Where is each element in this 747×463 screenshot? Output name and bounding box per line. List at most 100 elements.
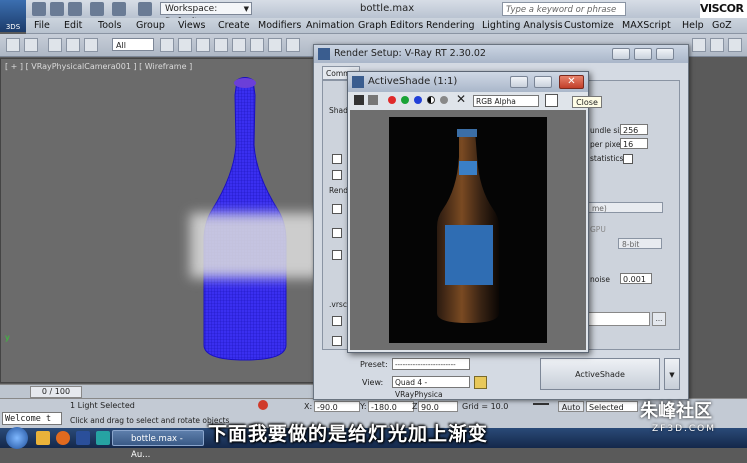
checkbox[interactable] (332, 250, 342, 260)
maximize-button[interactable] (634, 48, 652, 60)
undo-icon[interactable] (90, 2, 104, 16)
menu-file[interactable]: File (34, 20, 50, 31)
minimize-button[interactable] (612, 48, 630, 60)
checkbox[interactable] (332, 154, 342, 164)
maxscript-listener[interactable]: Welcome t (2, 412, 62, 425)
firefox-icon[interactable] (56, 431, 70, 445)
x-coordinate-field[interactable]: -90.0 (314, 401, 360, 412)
render-setup-icon[interactable] (692, 38, 706, 52)
select-rotate-icon[interactable] (250, 38, 264, 52)
menu-create[interactable]: Create (218, 20, 250, 31)
save-image-icon[interactable] (354, 95, 364, 105)
auto-key-button[interactable]: Auto (558, 401, 584, 412)
noise-label: noise (590, 275, 610, 284)
checkbox[interactable] (332, 316, 342, 326)
bundle-size-spinner[interactable]: 256 (620, 124, 648, 135)
red-channel-icon[interactable] (388, 96, 396, 104)
window-title: bottle.max (360, 3, 415, 14)
bind-space-warp-icon[interactable] (84, 38, 98, 52)
menu-help[interactable]: Help (682, 20, 704, 31)
clone-frame-icon[interactable] (368, 95, 378, 105)
activeshade-app-icon (352, 76, 364, 88)
redo-icon[interactable] (112, 2, 126, 16)
alpha-channel-icon[interactable] (427, 96, 435, 104)
save-file-icon[interactable] (68, 2, 82, 16)
noise-spinner[interactable]: 0.001 (620, 273, 652, 284)
taskbar-3dsmax-button[interactable]: bottle.max - Au... (112, 430, 204, 460)
activeshade-minimize-button[interactable] (510, 76, 528, 88)
menu-graph-editors[interactable]: Graph Editors (358, 20, 423, 31)
clear-icon[interactable]: ✕ (456, 92, 466, 106)
view-dropdown[interactable]: Quad 4 - VRayPhysica (392, 376, 470, 399)
select-by-name-icon[interactable] (178, 38, 192, 52)
activeshade-close-button[interactable]: ✕ (559, 75, 584, 89)
undo-tool-icon[interactable] (6, 38, 20, 52)
menu-customize[interactable]: Customize (564, 20, 614, 31)
app-icon[interactable] (96, 431, 110, 445)
unlink-icon[interactable] (66, 38, 80, 52)
checkbox[interactable] (332, 204, 342, 214)
search-input[interactable]: Type a keyword or phrase (502, 2, 626, 16)
preset-dropdown[interactable]: ------------------------ (392, 358, 470, 370)
close-button[interactable] (656, 48, 674, 60)
rectangular-selection-icon[interactable] (196, 38, 210, 52)
menu-maxscript[interactable]: MAXScript (622, 20, 671, 31)
app-logo[interactable]: 3DS (0, 0, 26, 32)
channel-dropdown[interactable]: RGB Alpha (473, 95, 539, 107)
menu-rendering[interactable]: Rendering (426, 20, 475, 31)
device-dropdown[interactable]: me) (588, 202, 663, 213)
color-swatch[interactable] (545, 94, 558, 107)
statistics-checkbox[interactable] (623, 154, 633, 164)
explorer-icon[interactable] (36, 431, 50, 445)
start-button[interactable] (6, 427, 28, 449)
menu-modifiers[interactable]: Modifiers (258, 20, 301, 31)
lock-selection-icon[interactable] (258, 400, 268, 410)
menu-views[interactable]: Views (178, 20, 206, 31)
menu-group[interactable]: Group (136, 20, 165, 31)
project-folder-icon[interactable] (138, 2, 152, 16)
select-move-icon[interactable] (232, 38, 246, 52)
checkbox[interactable] (332, 228, 342, 238)
menu-edit[interactable]: Edit (64, 20, 82, 31)
vrscene-label: .vrsc (329, 300, 347, 309)
z-coordinate-field[interactable]: 90.0 (418, 401, 458, 412)
menu-tools[interactable]: Tools (98, 20, 121, 31)
selection-filter-dropdown[interactable]: All (112, 38, 154, 51)
new-file-icon[interactable] (32, 2, 46, 16)
rays-per-pixel-spinner[interactable]: 16 (620, 138, 648, 149)
video-subtitle: 下面我要做的是给灯光加上渐变 (208, 423, 489, 445)
y-coordinate-field[interactable]: -180.0 (368, 401, 414, 412)
select-scale-icon[interactable] (268, 38, 282, 52)
reference-coordinate-icon[interactable] (286, 38, 300, 52)
lock-view-button[interactable] (474, 376, 487, 389)
workspace-dropdown[interactable]: Workspace: Default (160, 2, 252, 27)
key-icon[interactable] (533, 403, 549, 414)
blue-channel-icon[interactable] (414, 96, 422, 104)
render-setup-titlebar[interactable]: Render Setup: V-Ray RT 2.30.02 (314, 45, 688, 63)
mono-channel-icon[interactable] (440, 96, 448, 104)
menu-lighting-analysis[interactable]: Lighting Analysis (482, 20, 563, 31)
window-crossing-icon[interactable] (214, 38, 228, 52)
render-production-icon[interactable] (728, 38, 742, 52)
checkbox[interactable] (332, 170, 342, 180)
activeshade-titlebar[interactable]: ActiveShade (1:1) (348, 72, 588, 92)
key-filter-dropdown[interactable]: Selected (586, 401, 638, 412)
link-icon[interactable] (48, 38, 62, 52)
activeshade-maximize-button[interactable] (534, 76, 552, 88)
menu-goz[interactable]: GoZ (712, 20, 732, 31)
viewport-label[interactable]: [ + ] [ VRayPhysicalCamera001 ] [ Wirefr… (5, 62, 192, 71)
photoshop-icon[interactable] (76, 431, 90, 445)
open-file-icon[interactable] (50, 2, 64, 16)
time-slider-frame[interactable]: 0 / 100 (30, 386, 82, 398)
render-frame-icon[interactable] (710, 38, 724, 52)
file-path-field[interactable] (588, 312, 650, 326)
select-object-icon[interactable] (160, 38, 174, 52)
activeshade-button[interactable]: ActiveShade (540, 358, 660, 390)
redo-tool-icon[interactable] (24, 38, 38, 52)
green-channel-icon[interactable] (401, 96, 409, 104)
browse-button[interactable]: ... (652, 312, 666, 326)
menu-animation[interactable]: Animation (306, 20, 354, 31)
render-mode-dropdown[interactable]: ▼ (664, 358, 680, 390)
bit-depth-dropdown[interactable]: 8-bit (618, 238, 662, 249)
checkbox[interactable] (332, 336, 342, 346)
